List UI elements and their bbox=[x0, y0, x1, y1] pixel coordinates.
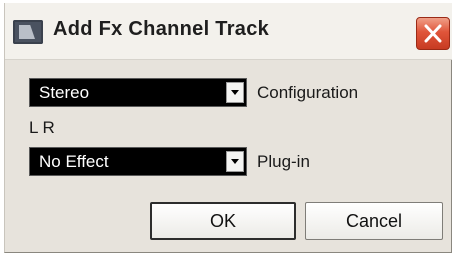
plugin-label: Plug-in bbox=[257, 152, 310, 171]
channel-info-text: L R bbox=[29, 118, 55, 137]
close-button[interactable] bbox=[416, 17, 450, 50]
configuration-value: Stereo bbox=[39, 83, 90, 102]
plugin-dropdown[interactable]: No Effect bbox=[29, 147, 247, 176]
title-bar[interactable]: Add Fx Channel Track bbox=[5, 3, 452, 60]
chevron-down-icon[interactable] bbox=[226, 82, 244, 103]
app-icon bbox=[13, 20, 43, 44]
add-fx-channel-dialog: Add Fx Channel Track Stereo Configuratio… bbox=[4, 3, 452, 253]
chevron-down-icon[interactable] bbox=[226, 151, 244, 172]
dialog-title: Add Fx Channel Track bbox=[53, 18, 270, 40]
configuration-dropdown[interactable]: Stereo bbox=[29, 78, 247, 107]
configuration-label: Configuration bbox=[257, 83, 359, 102]
cancel-button[interactable]: Cancel bbox=[305, 202, 443, 240]
plugin-value: No Effect bbox=[39, 152, 109, 171]
ok-button[interactable]: OK bbox=[150, 202, 296, 240]
close-x-icon bbox=[424, 24, 442, 43]
